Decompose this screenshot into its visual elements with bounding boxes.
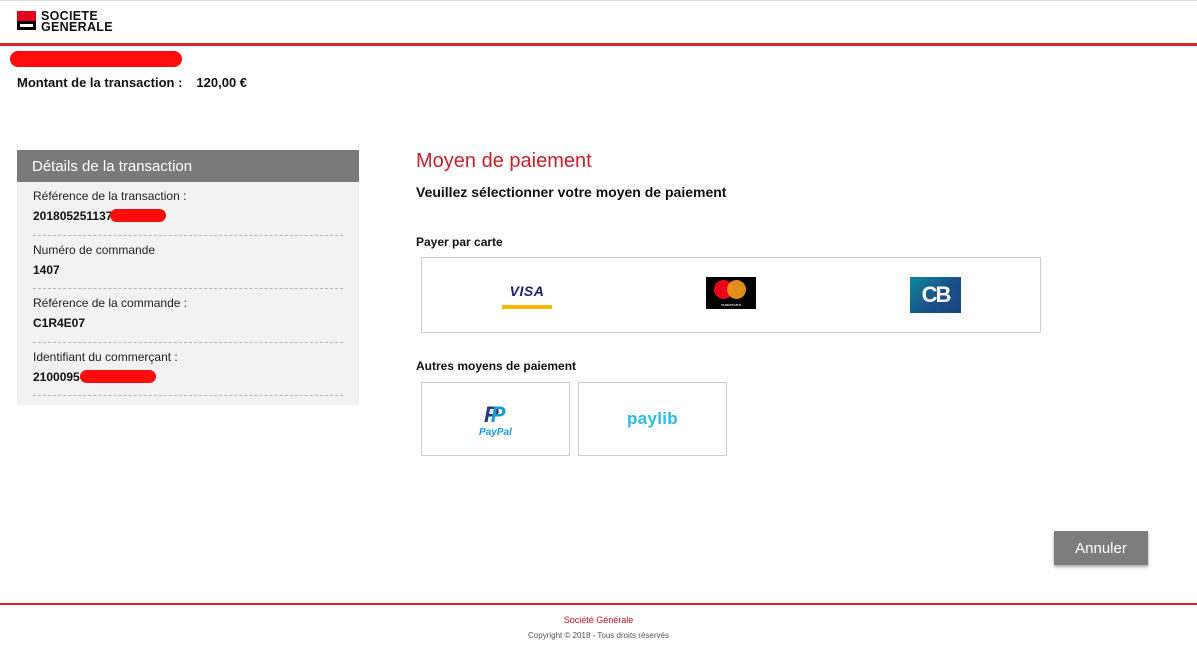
footer-copyright: Copyright © 2018 - Tous droits réservés (528, 631, 669, 640)
visa-button[interactable]: VISA (502, 277, 552, 309)
cb-button[interactable]: CB (910, 277, 961, 313)
detail-label: Référence de la transaction : (33, 189, 187, 203)
detail-row: Identifiant du commerçant : 2100095 (33, 343, 343, 396)
detail-label: Numéro de commande (33, 242, 156, 257)
amount-label: Montant de la transaction : (17, 75, 183, 90)
visa-logo-icon: VISA (509, 283, 545, 299)
redaction-mark (110, 209, 166, 222)
cb-logo-icon: CB (921, 282, 952, 307)
transaction-amount: Montant de la transaction : 120,00 € (17, 75, 247, 90)
detail-value: C1R4E07 (33, 316, 86, 330)
transaction-details-panel: Détails de la transaction Référence de l… (17, 150, 359, 405)
others-label: Autres moyens de paiement (416, 359, 577, 373)
footer: Société Générale Copyright © 2018 - Tous… (0, 603, 1197, 640)
cards-label: Payer par carte (416, 235, 503, 249)
detail-row: Référence de la commande : C1R4E07 (33, 289, 343, 343)
redaction-mark (80, 370, 156, 383)
detail-label: Identifiant du commerçant : (33, 349, 178, 364)
detail-value: 1407 (33, 262, 60, 277)
footer-company: Société Générale (563, 615, 634, 625)
mastercard-label: mastercard (720, 302, 741, 307)
detail-row: Numéro de commande 1407 (33, 236, 343, 289)
detail-value: 201805251137 (33, 209, 113, 223)
societe-generale-logo-icon: SOCIETE GENERALE (17, 10, 113, 34)
mastercard-button[interactable]: mastercard (706, 277, 756, 309)
paylib-button[interactable]: paylib (578, 382, 727, 456)
payment-section: Moyen de paiement Veuillez sélectionner … (416, 150, 1056, 456)
amount-value: 120,00 € (196, 75, 248, 90)
paypal-logo-icon: PP (484, 402, 506, 427)
logo-text: SOCIETE GENERALE (41, 10, 113, 34)
payment-subtitle: Veuillez sélectionner votre moyen de pai… (416, 184, 727, 200)
logo-line-2: GENERALE (41, 20, 113, 34)
cancel-button[interactable]: Annuler (1054, 531, 1148, 565)
cards-box: VISA mastercard CB (421, 257, 1041, 333)
payment-title: Moyen de paiement (416, 150, 592, 172)
redaction-mark (10, 51, 182, 67)
details-title: Détails de la transaction (17, 150, 359, 182)
detail-row: Référence de la transaction : 2018052511… (33, 182, 343, 236)
paypal-button[interactable]: PP PayPal (421, 382, 570, 456)
paylib-logo-icon: paylib (627, 409, 678, 428)
top-header: SOCIETE GENERALE (0, 0, 1197, 46)
logo-mark-icon (17, 11, 36, 30)
detail-label: Référence de la commande : (33, 296, 188, 310)
paypal-label: PayPal (479, 427, 512, 438)
